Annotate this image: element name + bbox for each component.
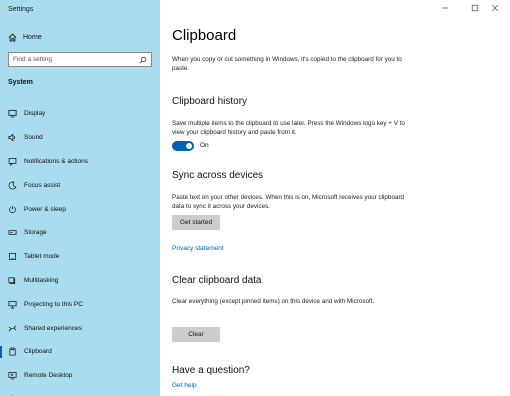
home-icon [8,33,17,42]
sync-description: Paste text on your other devices. When t… [172,194,405,210]
sidebar-item-shared-experiences[interactable]: Shared experiences [0,316,160,340]
sidebar-item-label: Sound [24,134,43,142]
storage-icon [8,230,17,236]
moon-icon [8,181,17,190]
sidebar-item-power-sleep[interactable]: Power & sleep [0,197,160,221]
minimize-button[interactable] [430,0,460,16]
clipboard-icon [9,347,16,356]
shared-experiences-icon [8,325,17,332]
minimize-icon [441,7,449,9]
sidebar-item-clipboard[interactable]: Clipboard [0,340,160,364]
sidebar-item-sound[interactable]: Sound [0,126,160,150]
sidebar-item-notifications[interactable]: Notifications & actions [0,150,160,174]
search-icon[interactable] [139,56,147,64]
notifications-icon [8,157,17,166]
search-box[interactable] [8,52,152,67]
get-started-button[interactable]: Get started [172,215,220,230]
sidebar-item-label: Shared experiences [24,324,82,332]
sidebar-item-remote-desktop[interactable]: Remote Desktop [0,364,160,388]
get-help-link[interactable]: Get help [172,382,197,389]
sidebar-item-label: Remote Desktop [24,372,73,380]
sidebar: Settings Home System Display Sound Notif… [0,0,160,396]
sidebar-item-storage[interactable]: Storage [0,221,160,245]
sidebar-item-projecting[interactable]: Projecting to this PC [0,292,160,316]
sidebar-nav: Display Sound Notifications & actions Fo… [0,102,160,396]
power-icon [9,205,16,213]
close-icon [491,4,499,12]
clear-button[interactable]: Clear [172,327,220,342]
window-title: Settings [8,6,34,13]
sidebar-item-label: Power & sleep [24,205,66,213]
sync-heading: Sync across devices [172,170,264,181]
sidebar-item-label: Projecting to this PC [24,300,83,308]
page-title: Clipboard [172,27,237,44]
clipboard-history-toggle[interactable] [172,141,194,151]
sidebar-item-label: Clipboard [24,348,52,356]
question-heading: Have a question? [172,365,250,376]
tablet-icon [8,253,17,261]
projecting-icon [8,300,17,309]
home-label: Home [23,33,42,41]
clear-heading: Clear clipboard data [172,275,262,286]
privacy-statement-link[interactable]: Privacy statement [172,245,224,252]
sidebar-item-label: Notifications & actions [24,157,88,165]
search-input[interactable] [9,56,139,63]
home-nav-item[interactable]: Home [8,31,42,43]
sidebar-item-focus-assist[interactable]: Focus assist [0,173,160,197]
sidebar-item-display[interactable]: Display [0,102,160,126]
close-button[interactable] [480,0,510,16]
display-icon [8,110,17,118]
sidebar-item-label: Focus assist [24,181,61,189]
speaker-icon [8,133,16,142]
maximize-icon [471,4,479,12]
intro-text: When you copy or cut something in Window… [172,56,402,72]
remote-desktop-icon [8,372,17,380]
section-label: System [8,79,33,86]
sidebar-item-label: Tablet mode [24,253,60,261]
sidebar-item-label: Storage [24,229,47,237]
clipboard-history-description: Save multiple items to the clipboard to … [172,120,405,136]
toggle-state-label: On [200,142,209,149]
sidebar-item-multitasking[interactable]: Multitasking [0,269,160,293]
clipboard-history-heading: Clipboard history [172,96,248,107]
main-content: Clipboard When you copy or cut something… [160,0,510,396]
sidebar-item-partial[interactable] [0,388,160,396]
sidebar-item-tablet-mode[interactable]: Tablet mode [0,245,160,269]
sidebar-item-label: Multitasking [24,276,59,284]
sidebar-item-label: Display [24,110,46,118]
multitasking-icon [8,277,16,284]
clear-description: Clear everything (except pinned items) o… [172,298,375,305]
